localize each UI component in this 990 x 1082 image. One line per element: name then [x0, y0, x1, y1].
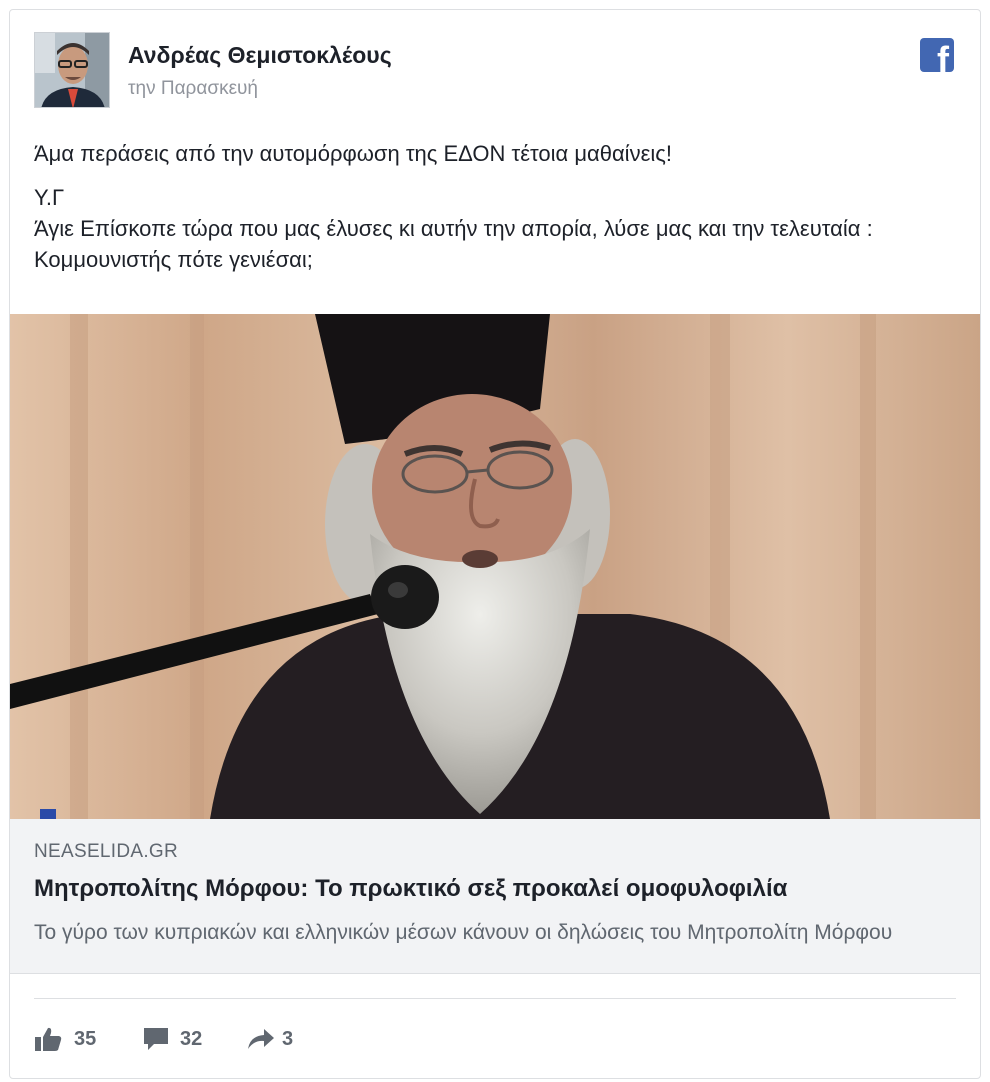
share-count: 3 — [282, 1028, 294, 1050]
author-name[interactable]: Ανδρέας Θεμιστοκλέους — [128, 42, 392, 69]
post-text: Άμα περάσεις από την αυτομόρφωση της ΕΔΟ… — [34, 138, 964, 275]
thumbs-up-icon — [35, 1027, 62, 1051]
link-description: Το γύρο των κυπριακών και ελληνικών μέσω… — [34, 921, 893, 944]
link-preview-card[interactable]: NEASELIDA.GR Μητροπολίτης Μόρφου: Το πρω… — [10, 819, 980, 974]
author-avatar[interactable] — [34, 32, 110, 108]
share-arrow-icon — [248, 1029, 274, 1049]
link-preview-image[interactable] — [10, 314, 980, 819]
comment-count: 32 — [180, 1028, 203, 1050]
post-header: Ανδρέας Θεμιστοκλέους την Παρασκευή f — [10, 10, 980, 120]
embedded-post: Ανδρέας Θεμιστοκλέους την Παρασκευή f Άμ… — [9, 9, 981, 1079]
link-domain: NEASELIDA.GR — [34, 841, 179, 862]
actions-divider — [34, 998, 956, 999]
like-count: 35 — [74, 1028, 97, 1050]
link-title[interactable]: Μητροπολίτης Μόρφου: Το πρωκτικό σεξ προ… — [34, 875, 959, 903]
post-timestamp[interactable]: την Παρασκευή — [128, 78, 258, 100]
post-text-line: Υ.Γ — [34, 185, 65, 210]
avatar-image — [35, 33, 109, 107]
post-text-line: Άμα περάσεις από την αυτομόρφωση της ΕΔΟ… — [34, 141, 672, 166]
post-text-line: Άγιε Επίσκοπε τώρα που μας έλυσες κι αυτ… — [34, 216, 873, 272]
preview-photo — [10, 314, 980, 819]
facebook-logo-icon[interactable]: f — [920, 38, 954, 72]
comment-icon — [144, 1028, 168, 1050]
